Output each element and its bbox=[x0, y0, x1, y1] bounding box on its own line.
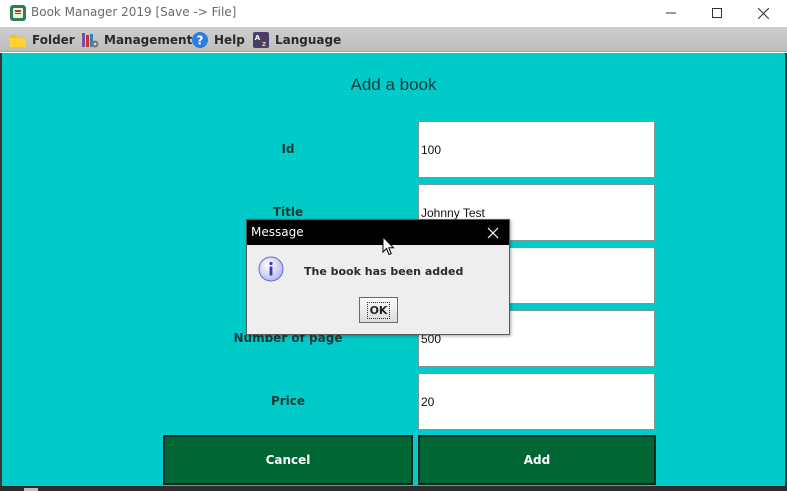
folder-icon bbox=[9, 31, 27, 49]
svg-text:z: z bbox=[262, 40, 266, 48]
language-icon: A z bbox=[252, 31, 270, 49]
title-label: Title bbox=[272, 205, 304, 219]
minimize-icon bbox=[666, 12, 676, 14]
dialog-title: Message bbox=[251, 225, 304, 239]
management-icon bbox=[81, 31, 99, 49]
window-bottom-border bbox=[0, 486, 787, 491]
menu-bar: Folder Management ? Help A z Language bbox=[0, 27, 787, 52]
book-app-icon bbox=[9, 4, 27, 22]
id-field[interactable] bbox=[418, 121, 655, 178]
menu-language[interactable]: A z Language bbox=[252, 27, 341, 52]
dialog-close-button[interactable] bbox=[485, 225, 501, 241]
dialog-title-bar[interactable]: Message bbox=[247, 220, 509, 245]
menu-folder[interactable]: Folder bbox=[9, 27, 75, 52]
dialog-message: The book has been added bbox=[304, 265, 464, 278]
minimize-button[interactable] bbox=[648, 0, 694, 26]
menu-help[interactable]: ? Help bbox=[191, 27, 245, 52]
info-icon bbox=[258, 256, 284, 282]
close-button[interactable] bbox=[740, 0, 786, 26]
menu-language-label: Language bbox=[275, 32, 342, 47]
menu-management-label: Management bbox=[104, 32, 193, 47]
price-field[interactable] bbox=[418, 373, 655, 430]
maximize-icon bbox=[712, 8, 722, 18]
ok-button[interactable]: OK bbox=[359, 297, 398, 323]
title-bar: Book Manager 2019 [Save -> File] bbox=[0, 0, 787, 27]
cancel-button[interactable]: Cancel bbox=[163, 435, 413, 485]
id-label: Id bbox=[281, 142, 295, 156]
menu-help-label: Help bbox=[214, 32, 245, 47]
ok-button-label: OK bbox=[366, 301, 391, 319]
mouse-cursor-icon bbox=[382, 235, 396, 256]
svg-text:?: ? bbox=[197, 33, 204, 47]
menu-management[interactable]: Management bbox=[81, 27, 192, 52]
message-dialog: Message The book has been added OK bbox=[246, 219, 510, 335]
menu-folder-label: Folder bbox=[32, 32, 75, 47]
price-label: Price bbox=[270, 394, 306, 408]
window-title: Book Manager 2019 [Save -> File] bbox=[31, 5, 237, 19]
maximize-button[interactable] bbox=[694, 0, 740, 26]
help-icon: ? bbox=[191, 31, 209, 49]
close-icon bbox=[487, 227, 499, 239]
svg-text:A: A bbox=[255, 34, 261, 42]
form-title: Add a book bbox=[350, 75, 437, 94]
close-icon bbox=[757, 7, 769, 19]
add-button[interactable]: Add bbox=[418, 435, 656, 485]
